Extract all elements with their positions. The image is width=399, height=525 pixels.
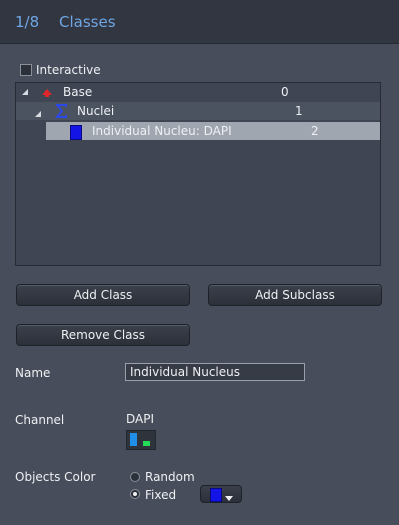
tree-row-count: 0: [281, 85, 289, 99]
tree-row-count: 2: [311, 124, 319, 138]
remove-class-button[interactable]: Remove Class: [16, 324, 190, 346]
random-label: Random: [145, 470, 195, 484]
color-picker-button[interactable]: [200, 485, 242, 503]
panel-header: 1/8 Classes: [0, 0, 399, 44]
add-subclass-button[interactable]: Add Subclass: [208, 284, 382, 306]
tree-row-count: 1: [295, 104, 303, 118]
channel-label: Channel: [15, 413, 65, 427]
random-radio[interactable]: [130, 472, 140, 482]
interactive-label: Interactive: [36, 63, 101, 77]
blue-square-icon: [70, 125, 82, 140]
name-field[interactable]: Individual Nucleus: [125, 363, 305, 381]
channel-blue-bar-icon: [130, 433, 137, 446]
chevron-down-icon: [225, 491, 233, 505]
tree-row-label: Nuclei: [77, 104, 115, 118]
sigma-icon: [54, 104, 67, 121]
channel-color-swatch[interactable]: [126, 430, 156, 450]
tree-row-base[interactable]: Base 0: [16, 83, 380, 101]
collapse-arrow-icon[interactable]: [21, 88, 28, 95]
step-indicator: 1/8: [15, 13, 40, 31]
tree-row-label: Base: [63, 85, 93, 99]
tree-row-nuclei[interactable]: Nuclei 1: [16, 102, 380, 120]
interactive-checkbox[interactable]: [20, 64, 32, 76]
channel-name: DAPI: [126, 412, 155, 426]
tree-row-label: Individual Nucleu: DAPI: [92, 124, 232, 138]
panel-title: Classes: [59, 13, 116, 31]
color-swatch: [210, 488, 222, 502]
interactive-checkbox-row[interactable]: Interactive: [20, 62, 101, 78]
red-up-arrow-icon: [41, 87, 53, 101]
objects-color-label: Objects Color: [15, 470, 96, 484]
class-tree[interactable]: Base 0 Nuclei 1 Individual Nucleu: DAPI …: [15, 82, 381, 266]
tree-row-individual-nucleus[interactable]: Individual Nucleu: DAPI 2: [46, 122, 380, 140]
fixed-label: Fixed: [145, 488, 177, 502]
name-label: Name: [15, 366, 51, 380]
fixed-radio[interactable]: [130, 489, 140, 499]
channel-green-bar-icon: [143, 441, 150, 446]
add-class-button[interactable]: Add Class: [16, 284, 190, 306]
